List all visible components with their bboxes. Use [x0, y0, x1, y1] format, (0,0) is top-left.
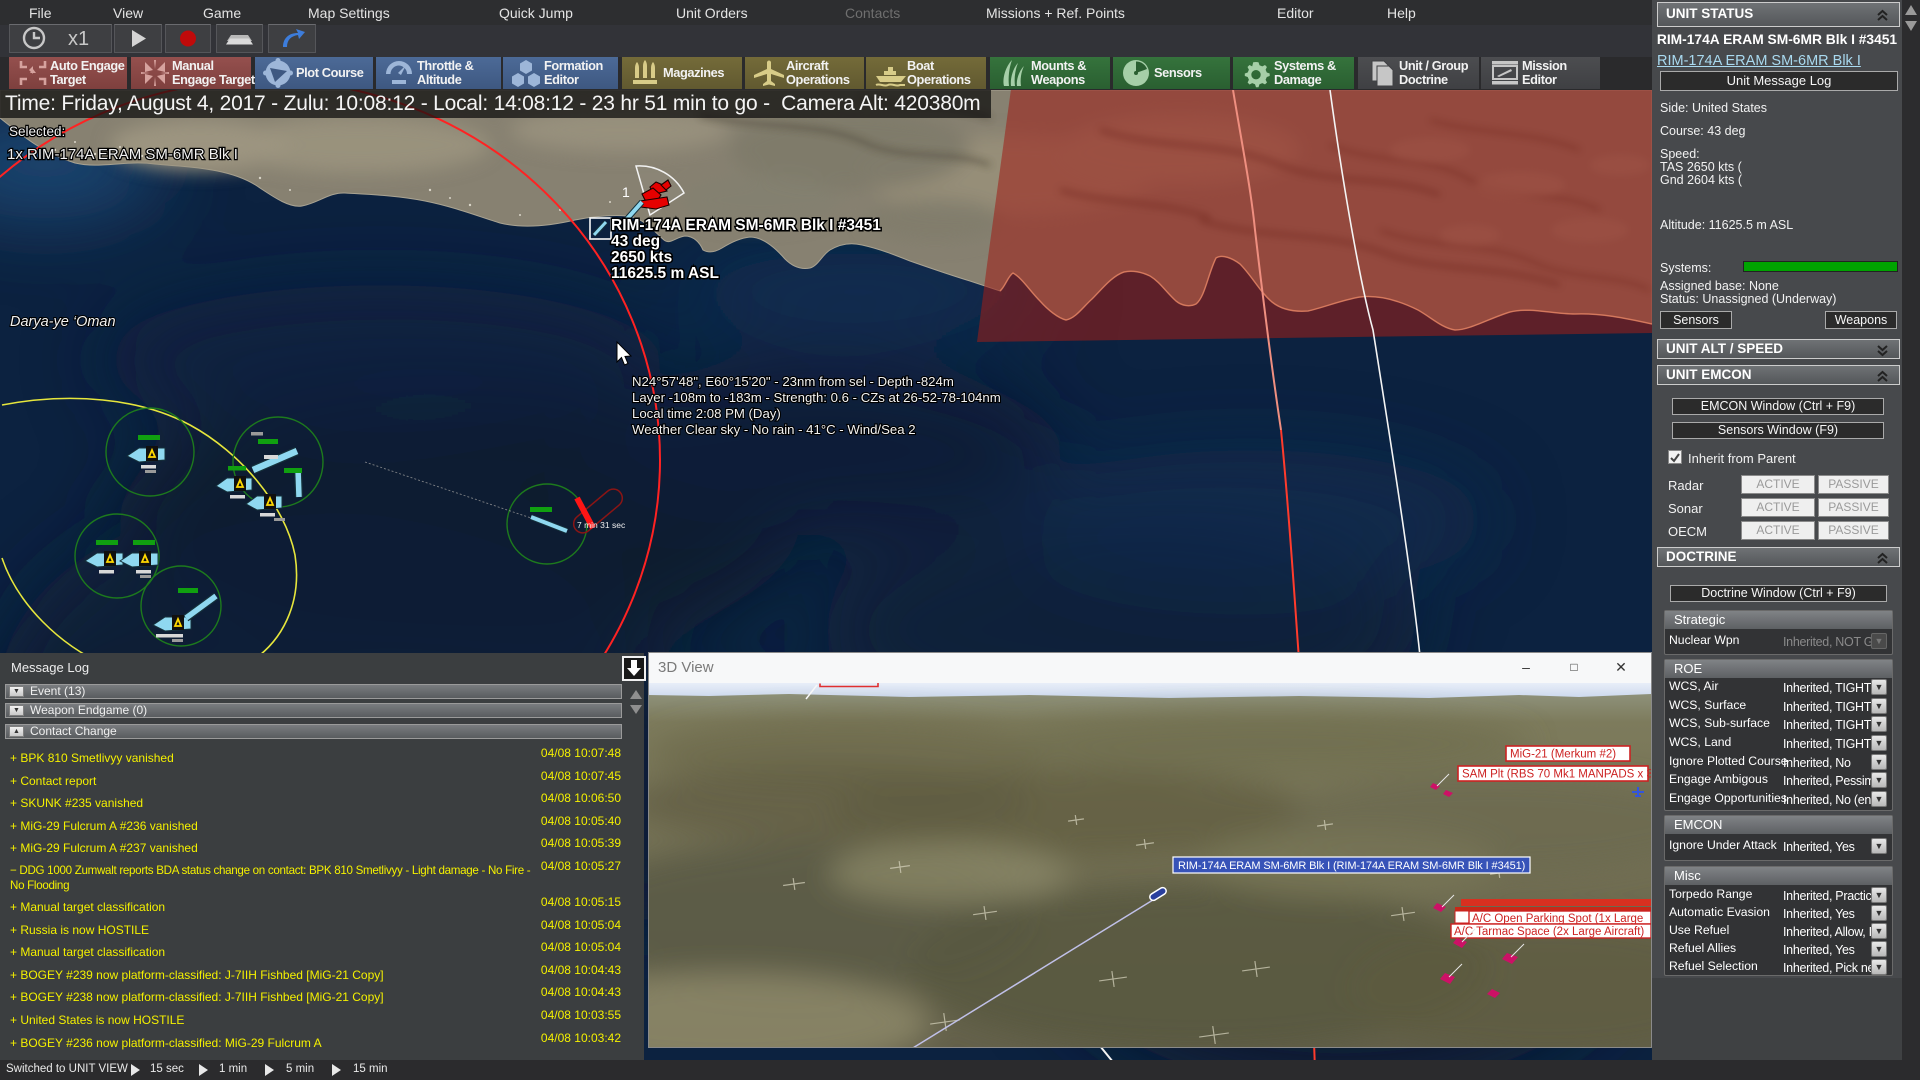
svg-text:1: 1	[622, 184, 630, 200]
svg-text:RIM-174A ERAM SM-6MR Blk I (RI: RIM-174A ERAM SM-6MR Blk I (RIM-174A ERA…	[1178, 860, 1525, 872]
svg-text:11625.5 m ASL: 11625.5 m ASL	[611, 265, 719, 282]
svg-text:RIM-174A ERAM SM-6MR Blk I #34: RIM-174A ERAM SM-6MR Blk I #3451	[611, 217, 881, 234]
svg-text:N24°57'48", E60°15'20" - 23nm: N24°57'48", E60°15'20" - 23nm from sel -…	[632, 374, 954, 389]
svg-text:S: S	[1457, 912, 1464, 924]
svg-text:1x RIM-174A ERAM SM-6MR Blk I: 1x RIM-174A ERAM SM-6MR Blk I	[7, 146, 238, 163]
svg-text:MiG-21 (Merkum #2): MiG-21 (Merkum #2)	[1510, 749, 1616, 761]
svg-text:Weather Clear sky - No rain -: Weather Clear sky - No rain - 41°C - Win…	[632, 422, 916, 437]
svg-text:A/C Tarmac Space (2x Large Air: A/C Tarmac Space (2x Large Aircraft)	[1454, 926, 1644, 938]
svg-text:SAM Plt (RBS 70 Mk1 MANPADS x: SAM Plt (RBS 70 Mk1 MANPADS x 3)	[1462, 769, 1651, 781]
svg-text:Local time 2:08 PM (Day): Local time 2:08 PM (Day)	[632, 406, 781, 421]
svg-text:2650 kts: 2650 kts	[611, 249, 672, 266]
svg-text:Darya-ye ‘Oman: Darya-ye ‘Oman	[10, 314, 116, 330]
svg-text:x1: x1	[68, 28, 89, 50]
svg-text:Layer -108m to -183m - Strengt: Layer -108m to -183m - Strength: 0.6 - C…	[632, 390, 1001, 405]
svg-text:7 min 31 sec: 7 min 31 sec	[577, 520, 626, 530]
svg-text:43 deg: 43 deg	[611, 233, 660, 250]
svg-text:Selected:: Selected:	[9, 124, 65, 139]
svg-text:A/C Open Parking Spot (1x Larg: A/C Open Parking Spot (1x Large	[1472, 913, 1643, 925]
